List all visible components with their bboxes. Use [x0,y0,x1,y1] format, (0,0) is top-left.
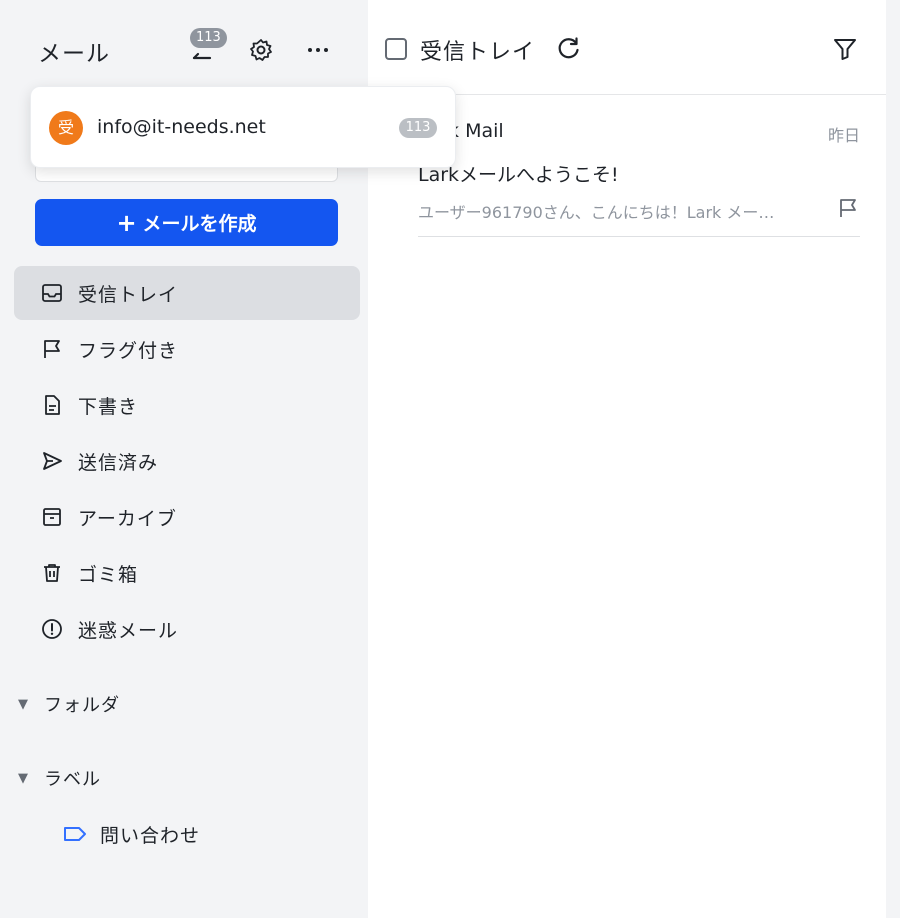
inbox-icon [42,284,62,302]
folders-section-toggle[interactable]: ▼ フォルダ [18,690,120,718]
tag-icon [64,827,86,841]
app-title: メール [38,41,110,67]
sidebar-item-label: 受信トレイ [78,284,179,306]
filter-icon[interactable] [830,34,860,64]
settings-button[interactable] [245,34,277,66]
refresh-icon[interactable] [554,34,584,64]
sidebar-item-label: フラグ付き [78,340,179,362]
spam-icon [42,619,62,639]
sidebar-item-trash[interactable]: ゴミ箱 [14,546,360,600]
sidebar-item-archive[interactable]: アーカイブ [14,490,360,544]
compose-label: メールを作成 [142,213,257,235]
select-all-checkbox[interactable] [385,38,407,60]
flag-icon[interactable] [836,196,860,220]
unread-count-badge: 113 [190,28,227,48]
sidebar-item-spam[interactable]: 迷惑メール [14,602,360,656]
mail-date: 昨日 [827,126,860,145]
sidebar-item-label: 送信済み [78,452,159,474]
section-label: フォルダ [44,695,120,716]
avatar: 受 [49,111,83,145]
folder-title: 受信トレイ [420,40,536,65]
labels-section-toggle[interactable]: ▼ ラベル [18,764,101,792]
sidebar-item-label: アーカイブ [78,508,177,530]
mail-list-item[interactable]: Lark Mail 昨日 Larkメールへようこそ! ユーザー961790さん、… [418,100,860,237]
sidebar-item-label: 迷惑メール [78,620,179,642]
archive-icon [43,508,61,526]
sidebar-item-flagged[interactable]: フラグ付き [14,322,360,376]
plus-icon: + [116,208,137,237]
right-edge-panel [886,0,900,918]
sidebar-item-sent[interactable]: 送信済み [14,434,360,488]
more-icon [308,48,328,52]
account-email: info@it-needs.net [97,116,266,138]
label-item-inquiry[interactable]: 問い合わせ [62,818,200,850]
caret-down-icon: ▼ [18,696,28,712]
sidebar-item-label: 下書き [78,396,139,418]
flag-icon [44,340,60,358]
label-name: 問い合わせ [100,824,201,847]
draft-icon [45,395,60,415]
mail-preview: ユーザー961790さん、こんにちは！Lark メー… [418,203,775,222]
sidebar-item-drafts[interactable]: 下書き [14,378,360,432]
account-unread-badge: 113 [399,118,437,138]
trash-icon [44,564,60,582]
gear-icon [250,39,272,61]
sidebar: メール 113 受 info@it-needs.net 113 + メールを作成 [0,0,456,918]
sidebar-item-label: ゴミ箱 [78,564,139,586]
account-dropdown-item[interactable]: 受 info@it-needs.net 113 [30,86,456,168]
more-button[interactable] [302,34,334,66]
section-label: ラベル [44,769,101,790]
caret-down-icon: ▼ [18,770,28,786]
list-header: 受信トレイ [368,0,886,95]
sidebar-item-inbox[interactable]: 受信トレイ [14,266,360,320]
send-icon [43,452,62,470]
compose-button[interactable]: + メールを作成 [35,199,338,246]
